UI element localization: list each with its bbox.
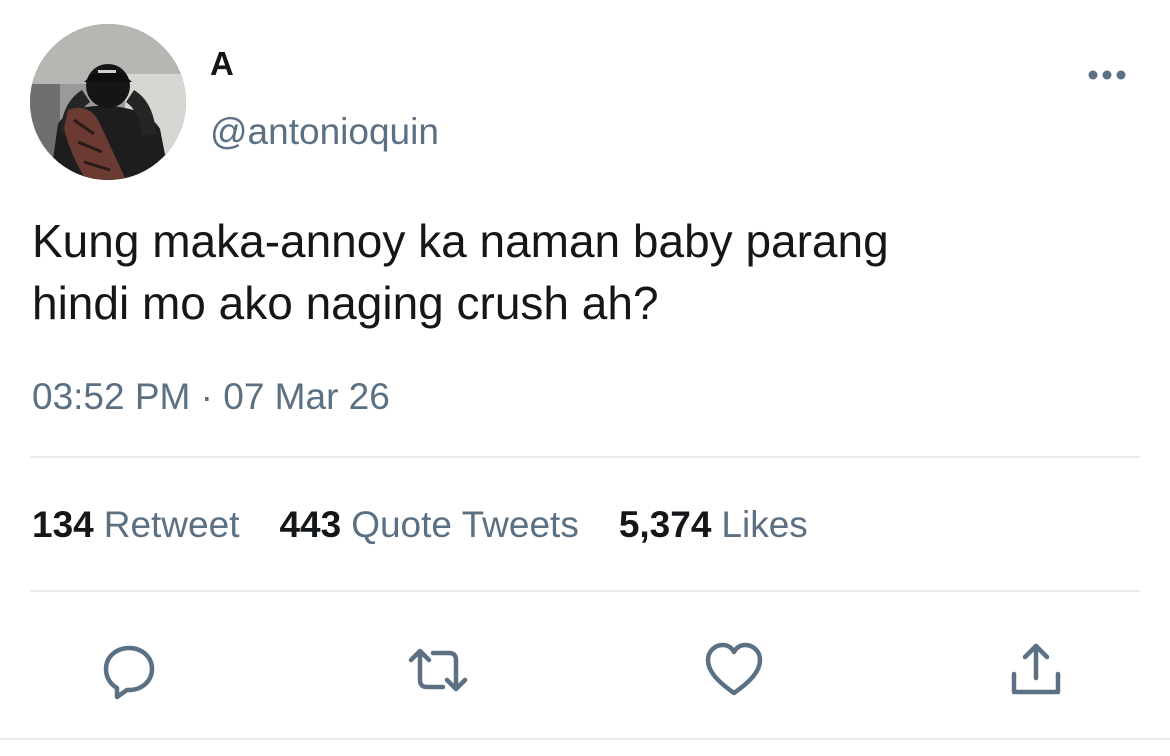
quote-tweets-label: Quote Tweets (351, 504, 579, 545)
avatar[interactable] (30, 24, 186, 180)
tweet-text-line: Kung maka-annoy ka naman baby parang (32, 215, 889, 267)
likes-link[interactable]: 5,374 Likes (619, 500, 808, 550)
retweet-count: 134 (32, 504, 94, 545)
tweet-timestamp[interactable]: 03:52 PM · 07 Mar 26 (32, 374, 390, 420)
display-name[interactable]: A (210, 44, 234, 84)
likes-label: Likes (721, 504, 808, 545)
quote-tweets-link[interactable]: 443 Quote Tweets (279, 500, 578, 550)
likes-count: 5,374 (618, 504, 712, 545)
quote-tweets-count: 443 (279, 504, 342, 545)
divider (30, 590, 1140, 592)
tweet-text-line: hindi mo ako naging crush ah? (32, 277, 659, 329)
reply-button[interactable] (89, 630, 169, 710)
more-horizontal-icon (1088, 70, 1126, 80)
user-handle[interactable]: @antonioquin (210, 110, 439, 154)
more-options-button[interactable] (1084, 62, 1130, 88)
divider (30, 456, 1140, 458)
reply-bubble-icon (103, 645, 155, 700)
heart-icon (705, 642, 763, 696)
like-button[interactable] (694, 630, 774, 710)
share-upload-icon (1011, 643, 1061, 695)
retweet-label: Retweet (103, 504, 240, 545)
retweet-button[interactable] (398, 630, 478, 710)
tweet-text: Kung maka-annoy ka naman baby parang hin… (32, 210, 1142, 334)
tweet-stats: 134 Retweet 443 Quote Tweets 5,374 Likes (32, 500, 848, 550)
retweet-arrows-icon (408, 648, 468, 692)
divider (0, 738, 1170, 740)
retweet-count-link[interactable]: 134 Retweet (32, 500, 239, 550)
action-bar (0, 630, 1170, 710)
share-button[interactable] (996, 630, 1076, 710)
avatar-photo (30, 24, 186, 180)
